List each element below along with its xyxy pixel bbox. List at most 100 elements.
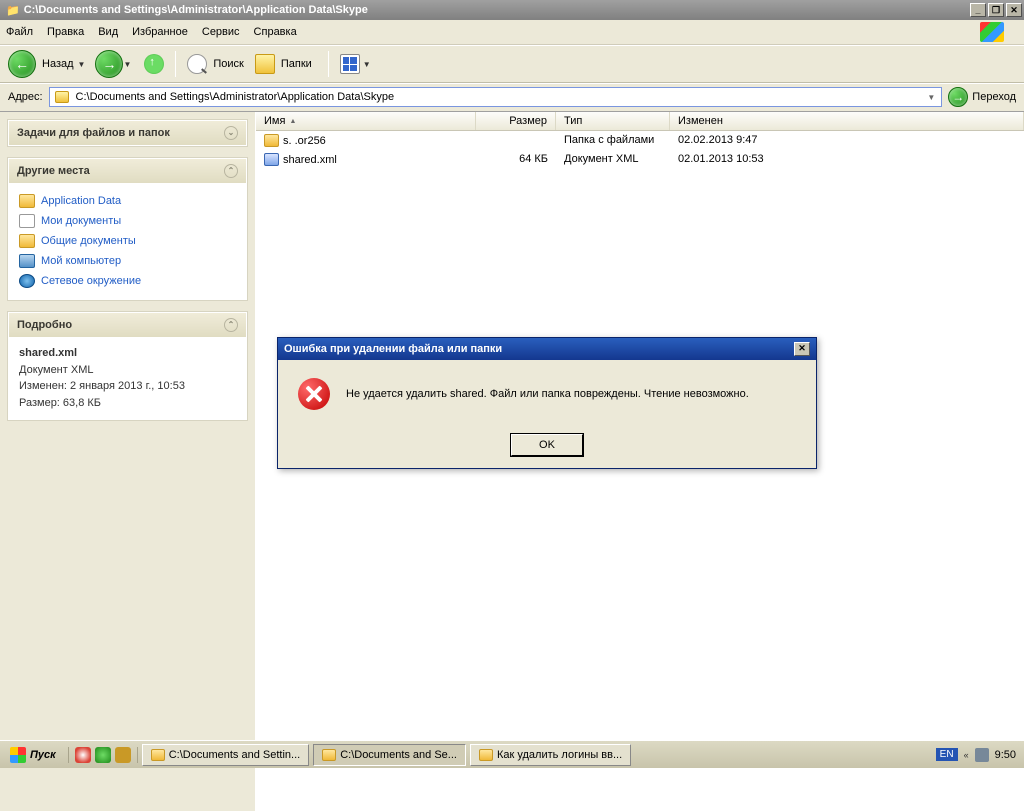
menu-tools[interactable]: Сервис: [202, 26, 240, 38]
go-label: Переход: [972, 91, 1016, 103]
forward-button[interactable]: →: [95, 50, 123, 78]
separator: [175, 51, 176, 77]
places-header[interactable]: Другие места ⌃: [9, 159, 246, 183]
detail-size: Размер: 63,8 КБ: [19, 395, 236, 412]
search-icon: [187, 54, 207, 74]
go-icon: [948, 87, 968, 107]
sidebar-place[interactable]: Сетевое окружение: [19, 271, 236, 291]
docs-icon: [19, 214, 35, 228]
file-list: s. .or256Папка с файлами02.02.2013 9:47s…: [256, 131, 1024, 169]
file-type: Документ XML: [556, 152, 670, 167]
file-name: shared.xml: [283, 154, 337, 166]
folder-icon: [264, 134, 279, 147]
views-dropdown[interactable]: ▼: [363, 60, 371, 69]
file-size: [476, 133, 556, 148]
file-modified: 02.01.2013 10:53: [670, 152, 1024, 167]
place-label: Сетевое окружение: [41, 275, 141, 287]
task-label: C:\Documents and Se...: [340, 749, 457, 761]
col-modified[interactable]: Изменен: [670, 112, 1024, 130]
toolbar: ← Назад ▼ → ▼ Поиск Папки ▼: [0, 45, 1024, 83]
task-label: C:\Documents and Settin...: [169, 749, 300, 761]
xml-icon: [264, 153, 279, 166]
col-type[interactable]: Тип: [556, 112, 670, 130]
forward-dropdown[interactable]: ▼: [123, 60, 131, 69]
menu-help[interactable]: Справка: [254, 26, 297, 38]
back-label: Назад: [42, 58, 74, 70]
language-indicator[interactable]: EN: [936, 748, 958, 761]
file-row[interactable]: shared.xml 64 КБДокумент XML02.01.2013 10…: [256, 150, 1024, 169]
file-size: 64 КБ: [476, 152, 556, 167]
sidebar-place[interactable]: Мои документы: [19, 211, 236, 231]
sidebar-place[interactable]: Общие документы: [19, 231, 236, 251]
folder-icon: [19, 194, 35, 208]
menu-edit[interactable]: Правка: [47, 26, 84, 38]
taskbar-task[interactable]: C:\Documents and Se...: [313, 744, 466, 766]
menu-view[interactable]: Вид: [98, 26, 118, 38]
close-button[interactable]: ✕: [1006, 3, 1022, 17]
chevron-up-icon[interactable]: ⌃: [224, 318, 238, 332]
folder-icon: [255, 54, 275, 74]
file-row[interactable]: s. .or256Папка с файлами02.02.2013 9:47: [256, 131, 1024, 150]
chevron-up-icon[interactable]: ⌃: [224, 164, 238, 178]
ok-button[interactable]: OK: [511, 434, 583, 456]
places-title: Другие места: [17, 165, 90, 177]
back-button[interactable]: ←: [8, 50, 36, 78]
details-panel: Подробно ⌃ shared.xml Документ XML Измен…: [8, 312, 247, 420]
search-button[interactable]: Поиск: [184, 54, 251, 74]
menubar: Файл Правка Вид Избранное Сервис Справка: [0, 20, 1024, 45]
app-icon[interactable]: [115, 747, 131, 763]
up-button[interactable]: [144, 54, 164, 74]
go-button[interactable]: Переход: [948, 87, 1016, 107]
windows-logo-icon: [10, 747, 26, 763]
tasks-header[interactable]: Задачи для файлов и папок ⌄: [9, 121, 246, 145]
tasks-title: Задачи для файлов и папок: [17, 127, 170, 139]
address-dropdown[interactable]: ▼: [923, 93, 939, 102]
details-title: Подробно: [17, 319, 72, 331]
col-name-label: Имя: [264, 115, 285, 127]
file-modified: 02.02.2013 9:47: [670, 133, 1024, 148]
folder-icon: 📁: [6, 4, 20, 17]
address-input[interactable]: [72, 90, 924, 104]
start-label: Пуск: [30, 749, 56, 761]
chevron-down-icon[interactable]: ⌄: [224, 126, 238, 140]
minimize-button[interactable]: _: [970, 3, 986, 17]
pc-icon: [19, 254, 35, 268]
col-name[interactable]: Имя ▲: [256, 112, 476, 130]
quick-launch: [68, 747, 138, 763]
detail-filename: shared.xml: [19, 345, 236, 362]
error-dialog: Ошибка при удалении файла или папки ✕ Не…: [277, 337, 817, 469]
place-label: Мой компьютер: [41, 255, 121, 267]
search-label: Поиск: [213, 58, 243, 70]
maximize-button[interactable]: ❐: [988, 3, 1004, 17]
menu-favorites[interactable]: Избранное: [132, 26, 188, 38]
details-header[interactable]: Подробно ⌃: [9, 313, 246, 337]
views-button[interactable]: [340, 54, 360, 74]
dialog-body: Не удается удалить shared. Файл или папк…: [278, 360, 816, 428]
detail-type: Документ XML: [19, 362, 236, 379]
col-size[interactable]: Размер: [476, 112, 556, 130]
detail-modified: Изменен: 2 января 2013 г., 10:53: [19, 378, 236, 395]
menu-file[interactable]: Файл: [6, 26, 33, 38]
sidebar-place[interactable]: Application Data: [19, 191, 236, 211]
dialog-close-button[interactable]: ✕: [794, 342, 810, 356]
dialog-message: Не удается удалить shared. Файл или папк…: [346, 388, 749, 400]
taskbar-task[interactable]: C:\Documents and Settin...: [142, 744, 309, 766]
utorrent-icon[interactable]: [95, 747, 111, 763]
folder-icon: [19, 234, 35, 248]
show-hidden-icons[interactable]: «: [964, 750, 969, 760]
start-button[interactable]: Пуск: [4, 745, 62, 765]
tasks-panel: Задачи для файлов и папок ⌄: [8, 120, 247, 146]
folders-label: Папки: [281, 58, 312, 70]
sort-asc-icon: ▲: [289, 118, 296, 125]
sidebar-place[interactable]: Мой компьютер: [19, 251, 236, 271]
separator: [328, 51, 329, 77]
folders-button[interactable]: Папки: [252, 54, 320, 74]
task-label: Как удалить логины вв...: [497, 749, 622, 761]
tray-icon[interactable]: [975, 748, 989, 762]
back-dropdown[interactable]: ▼: [78, 60, 86, 69]
clock[interactable]: 9:50: [995, 749, 1016, 761]
taskbar-task[interactable]: Как удалить логины вв...: [470, 744, 631, 766]
address-bar: Адрес: ▼ Переход: [0, 83, 1024, 112]
chrome-icon[interactable]: [75, 747, 91, 763]
dialog-titlebar[interactable]: Ошибка при удалении файла или папки ✕: [278, 338, 816, 360]
